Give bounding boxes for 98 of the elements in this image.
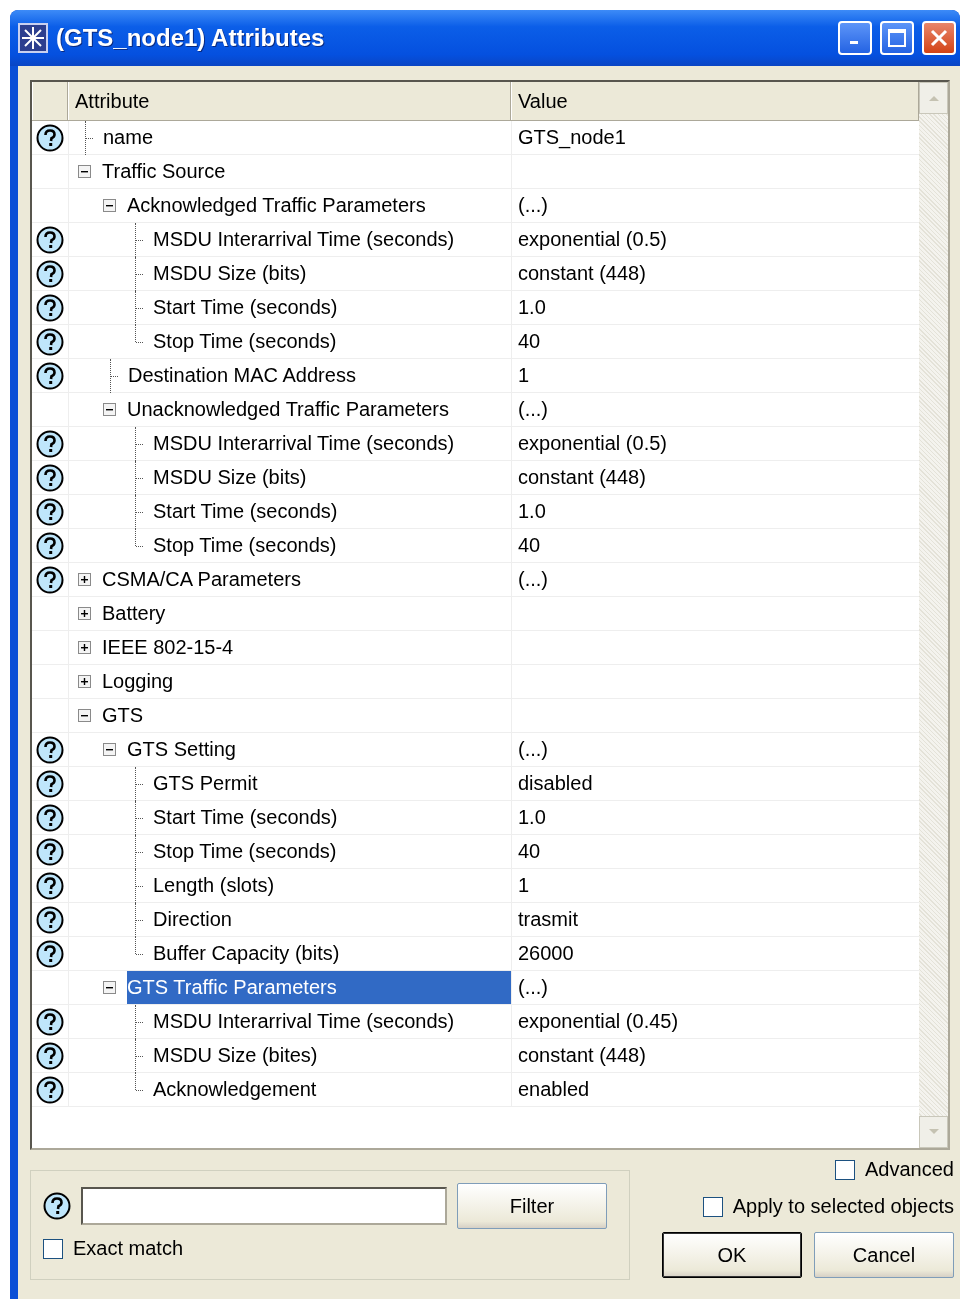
attribute-name[interactable]: Length (slots) — [153, 869, 511, 902]
attribute-value[interactable]: GTS_node1 — [518, 126, 626, 149]
collapse-icon[interactable] — [103, 403, 116, 416]
help-icon[interactable] — [36, 769, 64, 798]
attribute-value[interactable]: 40 — [518, 840, 541, 863]
help-icon[interactable] — [36, 1007, 64, 1036]
attribute-name[interactable]: Start Time (seconds) — [153, 801, 511, 834]
attribute-name[interactable]: Start Time (seconds) — [153, 495, 511, 528]
help-icon[interactable] — [36, 361, 64, 390]
column-header[interactable]: Attribute — [68, 82, 511, 120]
help-icon[interactable] — [36, 1041, 64, 1070]
ok-button[interactable]: OK — [662, 1232, 802, 1278]
help-icon[interactable] — [36, 259, 64, 288]
help-icon[interactable] — [43, 1192, 71, 1220]
help-icon[interactable] — [36, 735, 64, 764]
attribute-name[interactable]: Destination MAC Address — [128, 359, 511, 392]
attribute-value[interactable]: trasmit — [518, 908, 578, 931]
attribute-name[interactable]: MSDU Size (bites) — [153, 1039, 511, 1072]
attribute-value[interactable]: exponential (0.5) — [518, 432, 667, 455]
attribute-value[interactable]: exponential (0.5) — [518, 228, 667, 251]
expand-icon[interactable] — [78, 675, 91, 688]
attribute-value[interactable]: 1 — [518, 874, 530, 897]
help-icon[interactable] — [36, 429, 64, 458]
attribute-name[interactable]: GTS Permit — [153, 767, 511, 800]
checkbox[interactable]: Exact match — [43, 1237, 617, 1260]
attribute-value[interactable]: constant (448) — [518, 1044, 646, 1067]
help-icon[interactable] — [36, 327, 64, 356]
attribute-value[interactable]: exponential (0.45) — [518, 1010, 679, 1033]
collapse-icon[interactable] — [103, 199, 116, 212]
help-icon[interactable] — [36, 463, 64, 492]
maximize-icon[interactable] — [880, 21, 914, 55]
close-icon[interactable] — [922, 21, 956, 55]
attribute-value[interactable]: disabled — [518, 772, 593, 795]
attribute-name[interactable]: Direction — [153, 903, 511, 936]
minimize-icon[interactable] — [838, 21, 872, 55]
attribute-name[interactable]: MSDU Size (bits) — [153, 461, 511, 494]
attribute-name[interactable]: Unacknowledged Traffic Parameters — [127, 393, 511, 426]
help-icon[interactable] — [36, 497, 64, 526]
checkbox[interactable]: Advanced — [835, 1158, 954, 1181]
attribute-name[interactable]: IEEE 802-15-4 — [102, 631, 511, 664]
attribute-name[interactable]: Traffic Source — [102, 155, 511, 188]
expand-icon[interactable] — [78, 607, 91, 620]
attribute-name[interactable]: name — [103, 121, 511, 154]
attribute-value[interactable]: 40 — [518, 534, 541, 557]
collapse-icon[interactable] — [78, 165, 91, 178]
attribute-value[interactable]: enabled — [518, 1078, 590, 1101]
attribute-name[interactable]: GTS Traffic Parameters — [127, 971, 511, 1004]
collapse-icon[interactable] — [103, 981, 116, 994]
help-icon[interactable] — [36, 293, 64, 322]
attribute-value[interactable]: 1 — [518, 364, 530, 387]
cancel-button[interactable]: Cancel — [814, 1232, 954, 1278]
attribute-value[interactable]: constant (448) — [518, 466, 646, 489]
help-icon[interactable] — [36, 225, 64, 254]
expand-icon[interactable] — [78, 573, 91, 586]
attribute-name[interactable]: Stop Time (seconds) — [153, 325, 511, 358]
attribute-name[interactable]: MSDU Interarrival Time (seconds) — [153, 427, 511, 460]
attribute-value[interactable]: (...) — [518, 568, 548, 591]
attribute-name[interactable]: Acknowledgement — [153, 1073, 511, 1106]
attribute-value[interactable]: constant (448) — [518, 262, 646, 285]
attribute-value[interactable]: 1.0 — [518, 500, 546, 523]
attribute-name[interactable]: GTS Setting — [127, 733, 511, 766]
help-icon[interactable] — [36, 837, 64, 866]
help-icon[interactable] — [36, 531, 64, 560]
attribute-name[interactable]: MSDU Interarrival Time (seconds) — [153, 223, 511, 256]
attribute-name[interactable]: Battery — [102, 597, 511, 630]
window-title: (GTS_node1) Attributes — [56, 24, 325, 52]
help-icon[interactable] — [36, 565, 64, 594]
collapse-icon[interactable] — [78, 709, 91, 722]
help-icon[interactable] — [36, 905, 64, 934]
help-icon[interactable] — [36, 123, 64, 152]
attribute-value[interactable]: (...) — [518, 398, 548, 421]
attribute-name[interactable]: Stop Time (seconds) — [153, 835, 511, 868]
filter-field[interactable] — [81, 1187, 447, 1225]
attribute-value[interactable]: (...) — [518, 738, 548, 761]
help-icon[interactable] — [36, 871, 64, 900]
help-icon[interactable] — [36, 803, 64, 832]
filter-button[interactable]: Filter — [457, 1183, 607, 1229]
checkbox[interactable]: Apply to selected objects — [702, 1195, 954, 1218]
attribute-name[interactable]: GTS — [102, 699, 511, 732]
attribute-name[interactable]: MSDU Size (bits) — [153, 257, 511, 290]
attribute-name[interactable]: Buffer Capacity (bits) — [153, 937, 511, 970]
attribute-value[interactable]: 1.0 — [518, 296, 546, 319]
help-icon[interactable] — [36, 939, 64, 968]
attribute-name[interactable]: MSDU Interarrival Time (seconds) — [153, 1005, 511, 1038]
attribute-name[interactable]: Acknowledged Traffic Parameters — [127, 189, 511, 222]
attribute-name[interactable]: Logging — [102, 665, 511, 698]
attribute-name[interactable]: Stop Time (seconds) — [153, 529, 511, 562]
attribute-value[interactable]: 26000 — [518, 942, 574, 965]
attribute-name[interactable]: CSMA/CA Parameters — [102, 563, 511, 596]
attribute-name[interactable]: Start Time (seconds) — [153, 291, 511, 324]
attribute-value[interactable]: 1.0 — [518, 806, 546, 829]
help-icon[interactable] — [36, 1075, 64, 1104]
attribute-value[interactable]: 40 — [518, 330, 541, 353]
app-icon — [18, 23, 48, 53]
collapse-icon[interactable] — [103, 743, 116, 756]
attribute-value[interactable]: (...) — [518, 194, 548, 217]
expand-icon[interactable] — [78, 641, 91, 654]
attribute-value[interactable]: (...) — [518, 976, 548, 999]
